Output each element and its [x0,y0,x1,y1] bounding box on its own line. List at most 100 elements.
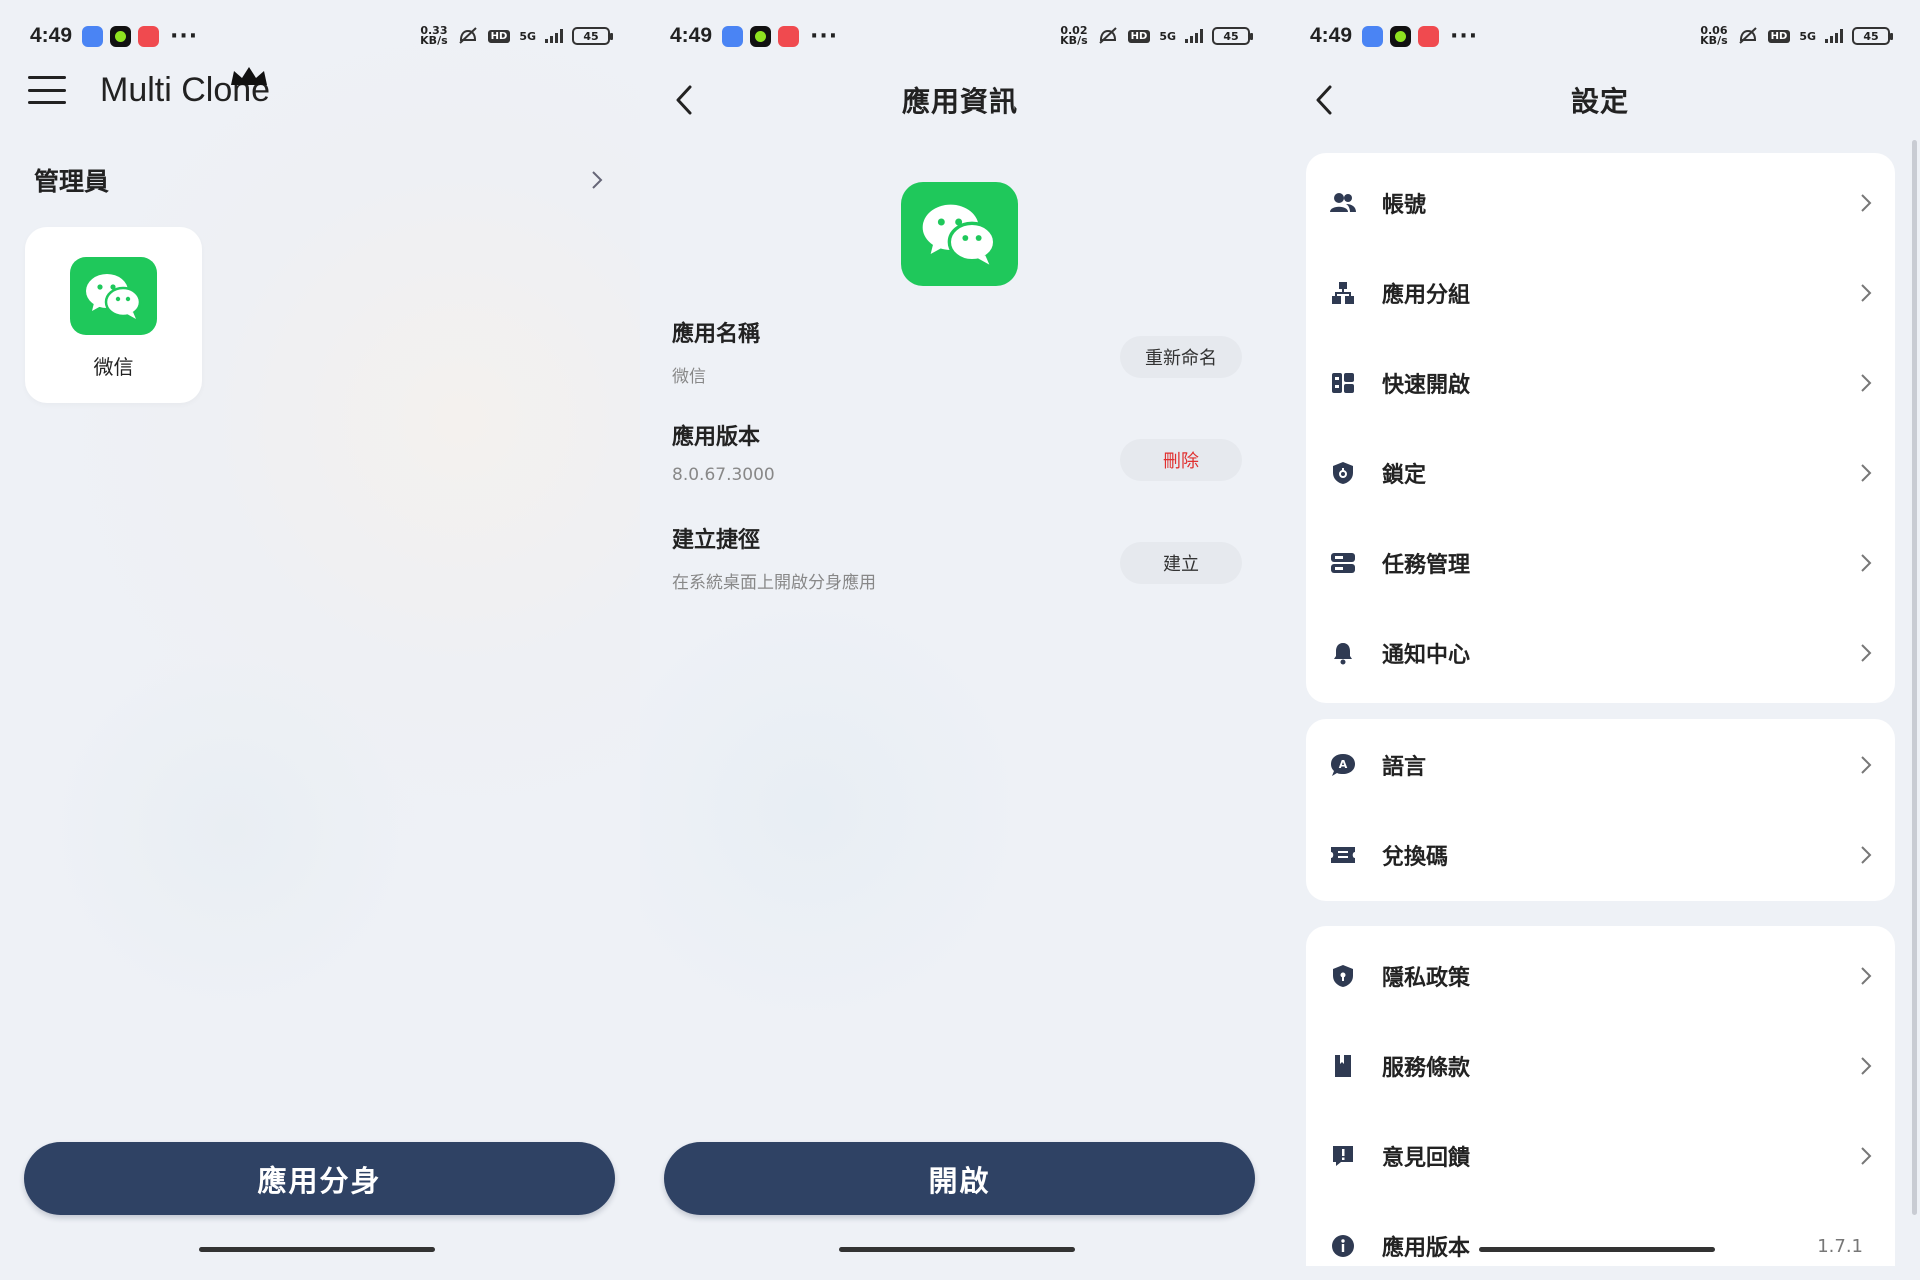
book-icon [1330,1053,1356,1079]
settings-item-label: 服務條款 [1382,1056,1471,1081]
mute-icon [1098,27,1117,44]
feedback-icon [1330,1143,1356,1169]
language-icon: A [1330,752,1356,778]
settings-item-label: 任務管理 [1382,553,1471,578]
red-app-icon [778,25,800,47]
settings-item-label: 帳號 [1382,193,1427,218]
wechat-icon [901,182,1018,286]
chevron-right-icon [1861,464,1872,482]
battery-icon: 45 [1212,27,1253,45]
settings-group-general: A 語言 兌換碼 [1306,719,1895,901]
section-row-admin[interactable]: 管理員 [34,158,604,202]
open-app-button[interactable]: 開啟 [664,1142,1255,1215]
battery-level: 45 [1223,29,1239,43]
page-title: 設定 [1570,85,1629,118]
chevron-right-icon [1861,967,1872,985]
home-indicator[interactable] [839,1247,1075,1252]
chevron-right-icon [1861,374,1872,392]
link-app-icon [722,25,744,47]
settings-item-task-manager[interactable]: 任務管理 [1306,518,1895,608]
green-app-icon [110,25,132,47]
settings-item-notifications[interactable]: 通知中心 [1306,608,1895,698]
menu-icon[interactable] [28,76,66,104]
status-bar: 4:49 ··· 0.02 KB/s HD 5G 45 [640,0,1280,72]
create-shortcut-button[interactable]: 建立 [1120,542,1242,584]
app-name: 微信 [93,355,134,379]
signal-icon [1825,29,1843,43]
settings-item-label: 隱私政策 [1382,966,1471,991]
hierarchy-icon [1330,280,1356,306]
home-app-bar: Multi Clone [28,60,270,120]
status-right: 0.02 KB/s HD 5G 45 [1060,25,1253,46]
battery-level: 45 [583,29,599,43]
settings-item-privacy-policy[interactable]: 隱私政策 [1306,931,1895,1021]
info-row-app-name: 應用名稱 微信 重新命名 [672,316,1250,396]
screens: 4:49 ··· 0.33 KB/s HD 5G 45 Multi Clone 管… [0,0,1920,1280]
shield-lock-icon [1330,460,1356,486]
mute-icon [1738,27,1757,44]
back-arrow-icon[interactable] [1308,82,1344,118]
network-type: 5G [519,29,536,43]
quick-open-icon [1330,370,1356,396]
settings-item-label: 語言 [1382,755,1427,780]
server-icon [1330,550,1356,576]
version-value: 1.7.1 [1817,1235,1863,1257]
network-type: 5G [1159,29,1176,43]
brand-title: Multi Clone [100,66,270,110]
chevron-right-icon [1861,194,1872,212]
settings-item-app-group[interactable]: 應用分組 [1306,248,1895,338]
chevron-right-icon [1861,284,1872,302]
network-speed: 0.33 KB/s [420,25,448,47]
settings-item-label: 兌換碼 [1382,845,1449,870]
battery-level: 45 [1863,29,1879,43]
delete-button[interactable]: 刪除 [1120,439,1242,481]
background-glow [40,640,420,1020]
app-info-screen: 4:49 ··· 0.02KB/s HD 5G 45 應用資訊 應用名稱 微信 [640,0,1280,1280]
hd-badge: HD [1767,29,1791,43]
settings-item-language[interactable]: A 語言 [1306,720,1895,810]
green-app-icon [1390,25,1412,47]
settings-item-quick-open[interactable]: 快速開啟 [1306,338,1895,428]
speed-unit: KB/s [420,34,448,47]
privacy-shield-icon [1330,963,1356,989]
section-label: 管理員 [34,167,110,196]
network-speed: 0.06 KB/s [1700,25,1727,46]
back-arrow-icon[interactable] [668,82,704,118]
link-app-icon [1362,25,1384,47]
ticket-icon [1330,842,1356,868]
more-notifications-icon: ··· [1450,23,1479,49]
more-notifications-icon: ··· [170,23,199,49]
mute-icon [458,27,477,44]
chevron-right-icon [1861,644,1872,662]
status-time: 4:49 [30,24,73,47]
chevron-right-icon [1861,846,1872,864]
more-notifications-icon: ··· [810,23,839,49]
status-time: 4:49 [670,24,713,47]
settings-item-feedback[interactable]: 意見回饋 [1306,1111,1895,1201]
settings-screen: 4:49 ··· 0.06 KB/s HD 5G 45 設定 帳號 應用分組 快… [1280,0,1920,1280]
clone-app-button[interactable]: 應用分身 [24,1142,615,1215]
status-right: 0.33 KB/s HD 5G 45 [420,25,613,47]
battery-icon: 45 [572,27,613,45]
chevron-right-icon [1861,554,1872,572]
red-app-icon [1418,25,1440,47]
settings-item-label: 應用分組 [1382,283,1471,308]
app-card-wechat[interactable]: 微信 [25,227,202,403]
rename-button[interactable]: 重新命名 [1120,336,1242,378]
chevron-right-icon [1861,756,1872,774]
scrollbar[interactable] [1912,140,1917,1215]
page-title: 應用資訊 [901,85,1018,118]
hd-badge: HD [1127,29,1151,43]
settings-item-lock[interactable]: 鎖定 [1306,428,1895,518]
settings-item-redeem-code[interactable]: 兌換碼 [1306,810,1895,900]
green-app-icon [750,25,772,47]
settings-item-terms[interactable]: 服務條款 [1306,1021,1895,1111]
link-app-icon [82,25,104,47]
settings-top-bar: 設定 [1280,68,1920,132]
settings-item-account[interactable]: 帳號 [1306,158,1895,248]
home-indicator[interactable] [199,1247,435,1252]
network-type: 5G [1799,29,1816,43]
home-indicator[interactable] [1479,1247,1715,1252]
settings-item-label: 鎖定 [1382,463,1427,488]
chevron-right-icon [1861,1147,1872,1165]
